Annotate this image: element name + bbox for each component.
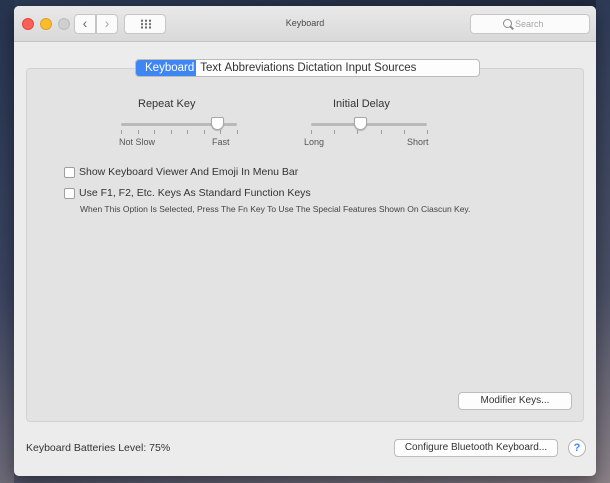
slider-tick	[404, 130, 405, 134]
initial-delay-track[interactable]	[311, 123, 427, 126]
tab-text[interactable]: Text	[200, 60, 221, 76]
configure-bluetooth-keyboard-button[interactable]: Configure Bluetooth Keyboard...	[394, 439, 558, 457]
show-keyboard-viewer-checkbox[interactable]	[64, 167, 75, 178]
tab-bar: Keyboard Text Abbreviations Dictation Inp…	[135, 59, 480, 77]
repeat-key-min-label: Not Slow	[119, 137, 156, 147]
desktop-background-right	[596, 0, 610, 483]
title-bar: ‹ › Keyboard Search	[14, 6, 596, 42]
slider-tick	[171, 130, 172, 134]
function-keys-label: Use F1, F2, Etc. Keys As Standard Functi…	[79, 187, 311, 199]
slider-tick	[154, 130, 155, 134]
slider-tick	[220, 130, 221, 134]
slider-tick	[121, 130, 122, 134]
modifier-keys-button[interactable]: Modifier Keys...	[458, 392, 572, 410]
slider-tick	[334, 130, 335, 134]
slider-tick	[357, 130, 358, 134]
tab-keyboard[interactable]: Keyboard	[136, 60, 197, 76]
initial-delay-slider-knob[interactable]	[354, 117, 367, 130]
slider-tick	[138, 130, 139, 134]
search-field[interactable]: Search	[470, 14, 590, 34]
battery-level-label: Keyboard Batteries Level: 75%	[26, 442, 171, 454]
tab-abbreviations[interactable]: Abbreviations	[225, 60, 295, 76]
show-keyboard-viewer-label: Show Keyboard Viewer And Emoji In Menu B…	[79, 166, 299, 178]
function-keys-checkbox[interactable]	[64, 188, 75, 199]
search-placeholder: Search	[515, 19, 544, 29]
initial-delay-min-label: Long	[304, 137, 325, 147]
repeat-key-max-label: Fast	[212, 137, 230, 147]
slider-tick	[311, 130, 312, 134]
repeat-key-label: Repeat Key	[138, 98, 196, 110]
desktop-background-left	[0, 0, 14, 483]
initial-delay-label: Initial Delay	[333, 98, 390, 110]
slider-tick	[381, 130, 382, 134]
tab-dictation[interactable]: Dictation	[297, 60, 342, 76]
function-keys-hint: When This Option Is Selected, Press The …	[80, 204, 471, 214]
slider-tick	[427, 130, 428, 134]
slider-tick	[204, 130, 205, 134]
tab-input-sources[interactable]: Input Sources	[345, 60, 416, 76]
help-button[interactable]: ?	[568, 439, 586, 457]
repeat-key-slider-knob[interactable]	[211, 117, 224, 130]
search-icon	[503, 19, 512, 28]
slider-tick	[237, 130, 238, 134]
tab-content-panel	[26, 68, 584, 422]
keyboard-preferences-window: ‹ › Keyboard Search Keyboard Text Abbrevi…	[14, 6, 596, 476]
slider-tick	[187, 130, 188, 134]
initial-delay-max-label: Short	[407, 137, 429, 147]
